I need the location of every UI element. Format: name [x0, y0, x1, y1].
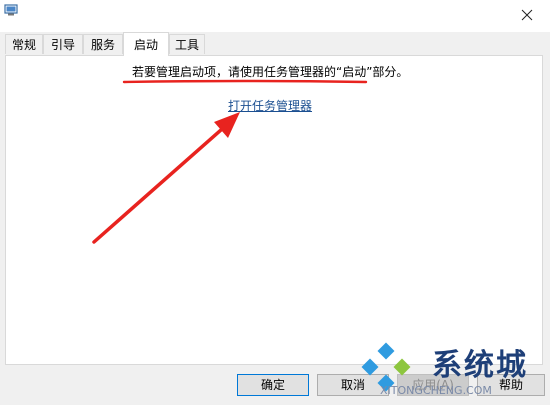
tab-startup[interactable]: 启动: [123, 32, 169, 56]
close-button[interactable]: [504, 0, 550, 30]
annotation-underline: [122, 79, 368, 84]
tab-tools[interactable]: 工具: [169, 34, 205, 54]
system-config-icon: [4, 4, 18, 16]
tab-general[interactable]: 常规: [5, 34, 43, 54]
ok-button[interactable]: 确定: [237, 374, 309, 396]
annotation-arrow: [92, 112, 240, 244]
tab-boot[interactable]: 引导: [43, 34, 83, 54]
watermark-brand: 系统城: [432, 348, 528, 383]
tab-services[interactable]: 服务: [83, 34, 123, 54]
startup-info-text: 若要管理启动项，请使用任务管理器的“启动”部分。: [132, 65, 409, 79]
title-bar: [0, 0, 550, 32]
watermark-site: XITONGCHENG.COM: [380, 384, 492, 397]
close-icon: [521, 9, 533, 21]
